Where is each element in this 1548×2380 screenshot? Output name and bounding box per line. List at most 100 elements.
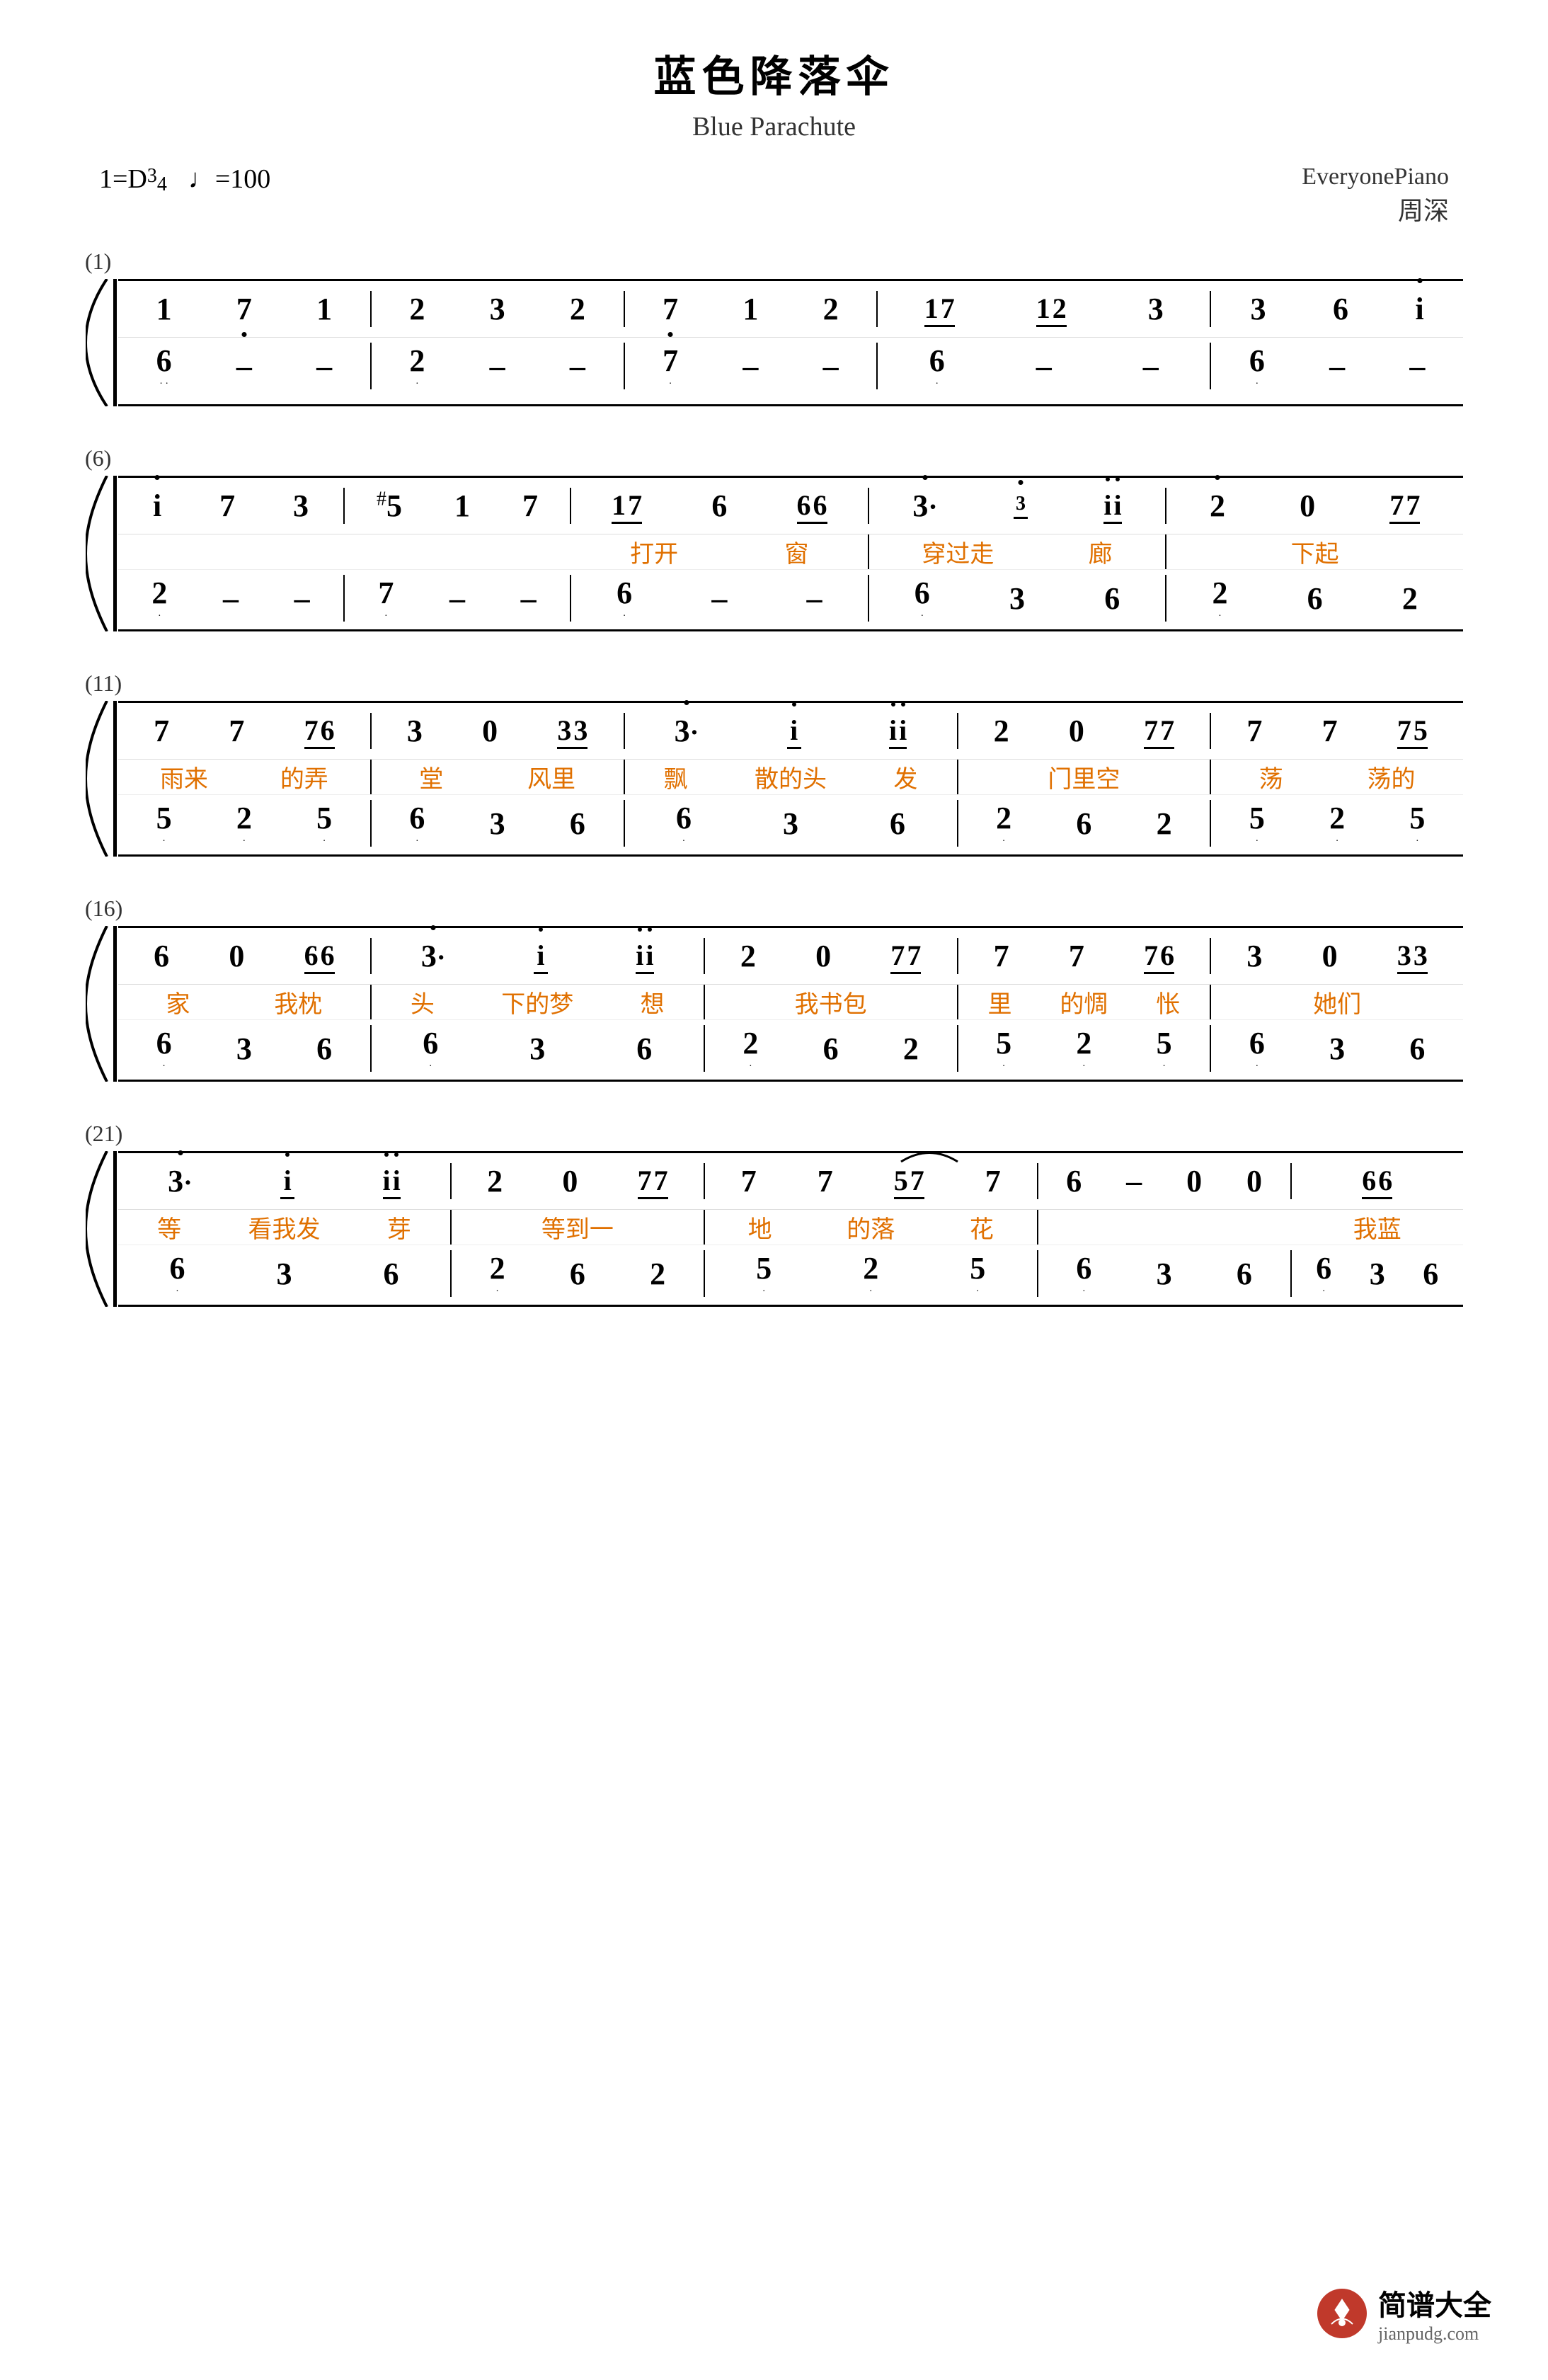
t3-m4: 2 0 7 7 (958, 713, 1212, 749)
note: 1 (454, 488, 470, 524)
bass-note: 7 · (663, 343, 678, 389)
t2-m5: 2 0 7 7 (1166, 488, 1463, 524)
measures-2: i 7 3 #5 1 7 1 (118, 476, 1463, 631)
measure-1-5: 3 6 i (1211, 291, 1463, 327)
bass-note: 6 · (1249, 343, 1265, 389)
t3-m5: 7 7 7 5 (1211, 713, 1463, 749)
lyrics-row-4: 家 我枕 头 下的梦 想 我书包 里 的惆 怅 (118, 985, 1463, 1020)
note: 7 (229, 713, 244, 749)
bass-m-3: 7 · – – (625, 343, 878, 389)
system-1-label: (1) (85, 248, 1463, 275)
rest: – (1126, 1163, 1142, 1199)
note: 6 (711, 488, 727, 524)
t4-m2: 3· i i i (372, 938, 705, 974)
note: 7 (994, 938, 1009, 974)
note: 3 (1148, 291, 1164, 327)
rest: – (1329, 348, 1345, 384)
rest: – (823, 348, 839, 384)
note: 3 (293, 488, 309, 524)
title-english: Blue Parachute (85, 111, 1463, 142)
left-barline-5 (113, 1151, 117, 1307)
bass-note: 2· (1212, 575, 1227, 622)
bass-note: 6· (617, 575, 632, 622)
watermark: 简谱大全 jianpudg.com (1317, 2282, 1491, 2345)
rest: – (316, 348, 332, 384)
note-group: i (787, 714, 801, 749)
note-group: 76 (1144, 939, 1174, 974)
bass-row-5: 6· 3 6 2· 6 2 5· 2· 5· 6· (118, 1245, 1463, 1302)
t3-m1: 7 7 7 6 (118, 713, 372, 749)
treble-row-3: 7 7 7 6 3 0 (118, 703, 1463, 760)
note: 2 (570, 291, 585, 327)
bass-row-3: 5· 2· 5· 6· 3 6 6· 3 6 2· (118, 795, 1463, 852)
note-group: 1 7 (612, 488, 642, 524)
note: 7 (219, 488, 235, 524)
t5-m5: 66 (1292, 1164, 1464, 1199)
page: 蓝色降落伞 Blue Parachute 1=D34 ♩=100 Everyon… (0, 0, 1548, 2380)
note: 7 (663, 291, 678, 327)
note: 1 (156, 291, 172, 327)
bass-note: 2· (151, 575, 167, 622)
rest: 0 (1246, 1163, 1262, 1199)
rest: 0 (1186, 1163, 1202, 1199)
treble-row-2: i 7 3 #5 1 7 1 (118, 478, 1463, 534)
note: 6 (1333, 291, 1348, 327)
t5-m4: 6 – 0 0 (1038, 1163, 1292, 1199)
note: 3· (168, 1163, 193, 1199)
note-group: 7 6 (304, 714, 335, 749)
watermark-logo (1317, 2289, 1367, 2338)
bass-row-4: 6· 3 6 6· 3 6 2· 6 2 5· (118, 1020, 1463, 1077)
note: 3· (912, 488, 937, 524)
watermark-main: 简谱大全 (1378, 2282, 1491, 2323)
note: 7 (1322, 713, 1338, 749)
measure-1-3: 7 1 2 (625, 291, 878, 327)
note: 2 (409, 291, 425, 327)
note: 7 (741, 1163, 757, 1199)
note-group: 6 6 (797, 488, 827, 524)
b3-3: 6· 3 6 (625, 800, 958, 847)
system-5: (21) 3· i (85, 1121, 1463, 1307)
measure-1-1: 1 7 1 (118, 291, 372, 327)
tempo: ♩=100 (188, 164, 270, 195)
lyric: 廊 (1089, 534, 1113, 569)
note: 2 (1210, 488, 1225, 524)
rest: 0 (1322, 938, 1338, 974)
note-group: 1 2 (1036, 292, 1067, 327)
system-2-label: (6) (85, 445, 1463, 471)
note: 7 (985, 1163, 1001, 1199)
meta-source: EveryonePiano (1302, 164, 1449, 190)
meta-composer: 周深 (1302, 190, 1449, 227)
rest: 0 (229, 938, 244, 974)
note-group: 77 (638, 1164, 668, 1199)
bass-note: 6 · (929, 343, 945, 389)
note: 3· (421, 938, 446, 974)
bass-2-2: 7· – – (345, 575, 571, 622)
rest: – (1409, 348, 1425, 384)
system-5-label: (21) (85, 1121, 1463, 1147)
system-4-label: (16) (85, 896, 1463, 922)
brace-4 (85, 926, 113, 1082)
note-group: i (280, 1164, 294, 1199)
t5-m1: 3· i i i (118, 1163, 452, 1199)
note-group: 33 (1397, 939, 1428, 974)
note-group: 3 (1014, 493, 1028, 519)
note: i (153, 488, 161, 524)
measure-1-4: 1 7 1 2 3 (878, 291, 1211, 327)
b3-4: 2· 6 2 (958, 800, 1212, 847)
brace-3 (85, 701, 113, 857)
lyrics-row-5: 等 看我发 芽 等到一 地 的落 花 我蓝 (118, 1210, 1463, 1245)
note: 6 (154, 938, 169, 974)
meta-left: 1=D34 ♩=100 (99, 164, 270, 195)
title-section: 蓝色降落伞 Blue Parachute (85, 42, 1463, 142)
measures-5: 3· i i i (118, 1151, 1463, 1307)
bass-note: 7· (378, 575, 394, 622)
lyric-2-5: 下起 (1166, 534, 1463, 569)
note-group: i (534, 939, 548, 974)
brace-2 (85, 476, 113, 631)
note-group: 7 7 (1389, 488, 1420, 524)
rest: – (490, 348, 505, 384)
l3-3: 飘 散的头 发 (625, 760, 958, 794)
note: 1 (316, 291, 332, 327)
lyric: 打开 (630, 534, 678, 569)
bass-2-3: 6· – – (571, 575, 869, 622)
